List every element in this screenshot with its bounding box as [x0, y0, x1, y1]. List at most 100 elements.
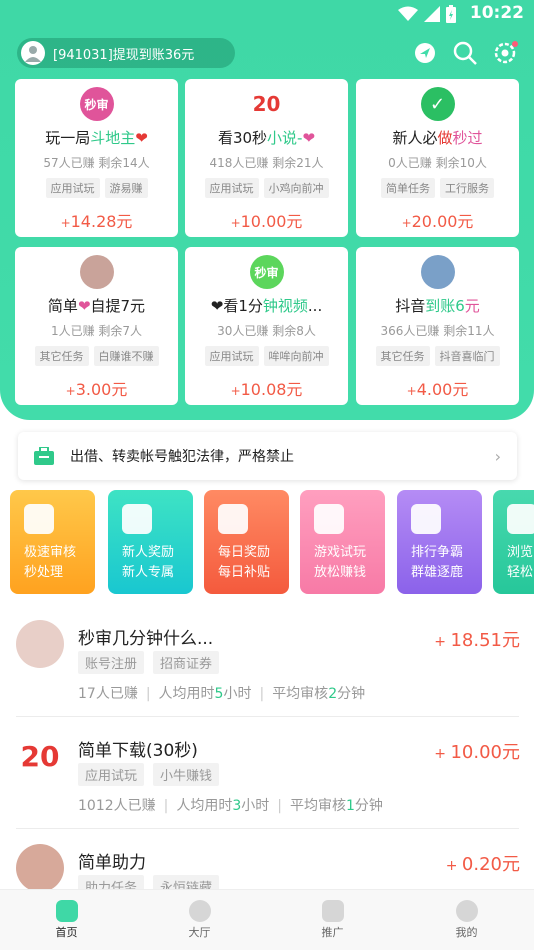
category-fast-review[interactable]: 极速审核 秒处理 — [10, 490, 95, 594]
hall-icon — [188, 900, 211, 922]
category-label: 每日奖励 — [218, 545, 271, 560]
task-tag: 游易赚 — [104, 178, 148, 198]
divider — [16, 716, 519, 717]
piggy-bank-icon — [507, 504, 534, 534]
list-item-price: + 18.51元 — [434, 630, 520, 651]
task-title: 新人必做秒过 — [392, 129, 483, 147]
category-label: 浏览 — [507, 545, 534, 560]
task-title: 玩一局斗地主❤ — [45, 129, 148, 147]
gamepad-icon — [314, 504, 344, 534]
task-title: ❤看1分钟视频... — [210, 297, 323, 315]
list-item-title: 简单助力 — [78, 853, 146, 873]
category-newbie-reward[interactable]: 新人奖励 新人专属 — [108, 490, 193, 594]
category-row: 极速审核 秒处理 新人奖励 新人专属 每日奖励 每日补贴 游戏试玩 放松赚钱 排… — [10, 490, 534, 596]
task-price: +10.08元 — [230, 380, 303, 399]
promote-icon — [321, 900, 344, 922]
task-price: +3.00元 — [65, 380, 128, 399]
list-item-tag: 小牛赚钱 — [153, 763, 220, 786]
task-meta: 418人已赚 剩余21人 — [209, 156, 324, 170]
chevron-right-icon: › — [494, 446, 501, 466]
task-title: 抖音到账6元 — [395, 297, 480, 315]
tab-label: 首页 — [55, 926, 78, 939]
task-tag: 其它任务 — [34, 346, 89, 366]
task-meta: 30人已赚 剩余8人 — [217, 324, 316, 338]
task-card[interactable]: 抖音到账6元 366人已赚 剩余11人 其它任务 抖音喜临门 +4.00元 — [356, 247, 519, 405]
bag-icon — [34, 447, 54, 465]
task-badge-icon: 秒审 — [79, 87, 114, 121]
task-price: +4.00元 — [406, 380, 469, 399]
task-card[interactable]: 秒审 玩一局斗地主❤ 57人已赚 剩余14人 应用试玩 游易赚 +14.28元 — [15, 79, 178, 237]
calendar-icon — [218, 504, 248, 534]
category-browse[interactable]: 浏览 轻松 — [493, 490, 534, 594]
withdraw-notice-text: [941031]提现到账36元 — [53, 47, 195, 63]
category-ranking[interactable]: 排行争霸 群雄逐鹿 — [397, 490, 482, 594]
rule-notice-bar[interactable]: 出借、转卖帐号触犯法律，严格禁止 › — [18, 432, 517, 480]
home-icon — [55, 900, 78, 922]
settings-icon[interactable] — [492, 40, 518, 66]
list-item-title: 秒审几分钟什么... — [78, 629, 214, 649]
list-item[interactable]: 秒审几分钟什么... + 18.51元 账号注册 招商证券 17人已赚 | 人均用时5… — [16, 614, 520, 714]
withdraw-notice[interactable]: [941031]提现到账36元 — [17, 38, 235, 68]
task-meta: 57人已赚 剩余14人 — [43, 156, 150, 170]
tab-promote[interactable]: 推广 — [266, 890, 399, 951]
task-tag: 抖音喜临门 — [434, 346, 500, 366]
status-icons — [398, 5, 456, 23]
task-badge-icon: 秒审 — [249, 255, 284, 289]
task-price: +20.00元 — [401, 212, 474, 231]
trophy-icon — [411, 504, 441, 534]
category-label: 新人奖励 — [122, 545, 175, 560]
profile-icon — [455, 900, 478, 922]
tab-home[interactable]: 首页 — [0, 890, 133, 951]
list-item-tag: 招商证券 — [153, 651, 220, 674]
status-bar: 10:22 — [0, 0, 534, 28]
task-tag: 应用试玩 — [45, 178, 100, 198]
category-label: 游戏试玩 — [314, 545, 367, 560]
category-sublabel: 秒处理 — [24, 565, 64, 580]
task-avatar-icon — [79, 255, 114, 289]
task-tag: 小鸡向前冲 — [263, 178, 329, 198]
category-label: 排行争霸 — [411, 545, 464, 560]
task-title: 简单❤自提7元 — [47, 297, 146, 315]
task-avatar-icon — [420, 255, 455, 289]
list-item-title: 简单下载(30秒) — [78, 741, 198, 761]
user-icon — [25, 46, 41, 62]
task-title: 看30秒小说-❤ — [217, 129, 316, 147]
task-meta: 0人已赚 剩余10人 — [388, 156, 487, 170]
category-game-trial[interactable]: 游戏试玩 放松赚钱 — [300, 490, 385, 594]
task-card[interactable]: 秒审 ❤看1分钟视频... 30人已赚 剩余8人 应用试玩 哞哞向前冲 +10.0… — [185, 247, 348, 405]
category-sublabel: 每日补贴 — [218, 565, 271, 580]
task-badge-icon: 20 — [249, 87, 284, 121]
task-card[interactable]: ✓ 新人必做秒过 0人已赚 剩余10人 简单任务 工行服务 +20.00元 — [356, 79, 519, 237]
signal-icon — [424, 6, 440, 22]
category-daily-reward[interactable]: 每日奖励 每日补贴 — [204, 490, 289, 594]
rule-notice-text: 出借、转卖帐号触犯法律，严格禁止 — [70, 449, 294, 465]
list-item-tag: 应用试玩 — [78, 763, 145, 786]
task-card[interactable]: 简单❤自提7元 1人已赚 剩余7人 其它任务 白赚谁不赚 +3.00元 — [15, 247, 178, 405]
wifi-icon — [398, 6, 418, 21]
task-tag: 哞哞向前冲 — [263, 346, 329, 366]
tab-hall[interactable]: 大厅 — [133, 890, 266, 951]
category-sublabel: 轻松 — [507, 565, 534, 580]
task-tag: 应用试玩 — [204, 346, 259, 366]
search-icon[interactable] — [452, 40, 478, 66]
task-tag: 其它任务 — [375, 346, 430, 366]
avatar — [21, 41, 45, 65]
task-meta: 1人已赚 剩余7人 — [50, 324, 143, 338]
category-sublabel: 新人专属 — [122, 565, 175, 580]
location-icon[interactable] — [412, 40, 438, 66]
list-item-stats: 17人已赚 | 人均用时5小时 | 平均审核2分钟 — [78, 686, 366, 702]
stamp-icon — [24, 504, 54, 534]
task-tag: 应用试玩 — [204, 178, 259, 198]
battery-icon — [446, 5, 456, 23]
top-bar: [941031]提现到账36元 — [0, 36, 534, 70]
task-thumbnail — [16, 844, 64, 892]
tab-label: 我的 — [455, 926, 478, 939]
list-item-stats: 1012人已赚 | 人均用时3小时 | 平均审核1分钟 — [78, 798, 383, 814]
list-item[interactable]: 20 简单下载(30秒) + 10.00元 应用试玩 小牛赚钱 1012人已赚 | 人… — [16, 726, 520, 826]
task-thumbnail: 20 — [16, 732, 64, 780]
list-item-tag: 账号注册 — [78, 651, 145, 674]
bottom-tab-bar: 首页 大厅 推广 我的 — [0, 889, 534, 950]
tab-mine[interactable]: 我的 — [400, 890, 533, 951]
task-card[interactable]: 20 看30秒小说-❤ 418人已赚 剩余21人 应用试玩 小鸡向前冲 +10.0… — [185, 79, 348, 237]
task-tag: 工行服务 — [440, 178, 494, 198]
